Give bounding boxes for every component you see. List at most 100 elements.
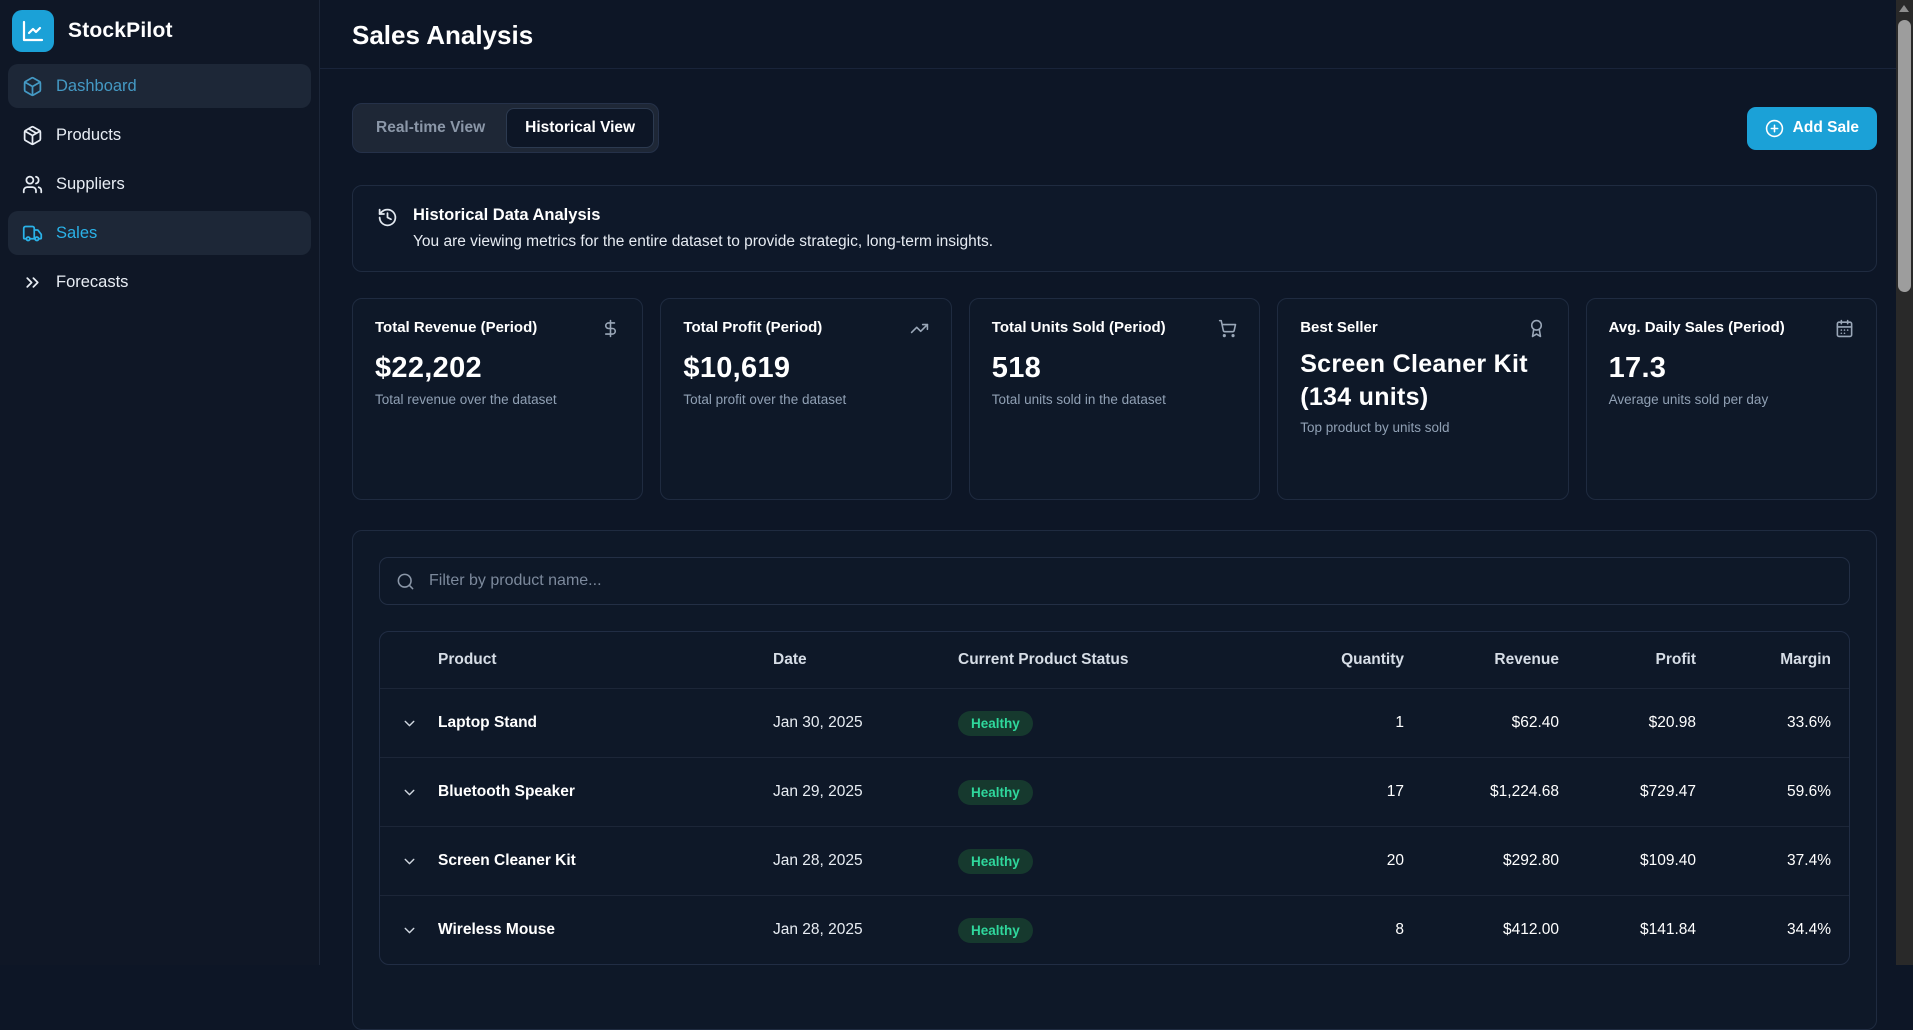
stat-card-subtitle: Total revenue over the dataset xyxy=(375,392,620,407)
stat-card-total-revenue: Total Revenue (Period) $22,202 Total rev… xyxy=(352,298,643,500)
add-sale-button[interactable]: Add Sale xyxy=(1747,107,1877,150)
calendar-icon xyxy=(1835,319,1854,338)
stat-card-avg-daily-sales: Avg. Daily Sales (Period) 17.3 Average u… xyxy=(1586,298,1877,500)
margin-value: 33.6% xyxy=(1696,714,1831,732)
chevron-down-icon xyxy=(401,784,418,801)
stat-card-total-profit: Total Profit (Period) $10,619 Total prof… xyxy=(660,298,951,500)
historical-info-banner: Historical Data Analysis You are viewing… xyxy=(352,185,1877,272)
scrollbar-thumb[interactable] xyxy=(1898,20,1911,292)
revenue-value: $62.40 xyxy=(1404,714,1559,732)
vertical-scrollbar[interactable] xyxy=(1896,0,1913,965)
product-name: Wireless Mouse xyxy=(438,921,773,939)
stat-card-value: 518 xyxy=(992,352,1237,385)
sidebar-item-label: Forecasts xyxy=(56,273,128,292)
row-expand-button[interactable] xyxy=(380,715,438,732)
table-row[interactable]: Wireless Mouse Jan 28, 2025 Healthy 8 $4… xyxy=(380,895,1849,964)
users-icon xyxy=(22,174,43,195)
revenue-value: $1,224.68 xyxy=(1404,783,1559,801)
view-tab-list: Real-time View Historical View xyxy=(352,103,659,153)
stat-card-best-seller: Best Seller Screen Cleaner Kit (134 unit… xyxy=(1277,298,1568,500)
status-badge: Healthy xyxy=(958,780,1033,805)
box-icon xyxy=(22,76,43,97)
sales-table: Product Date Current Product Status Quan… xyxy=(379,631,1850,965)
profit-value: $141.84 xyxy=(1559,921,1696,939)
app-title: StockPilot xyxy=(68,19,173,43)
chevrons-right-icon xyxy=(22,272,43,293)
stat-card-subtitle: Total profit over the dataset xyxy=(683,392,928,407)
status-badge: Healthy xyxy=(958,711,1033,736)
sidebar-nav: Dashboard Products Suppliers Sales Forec… xyxy=(8,64,311,304)
quantity-value: 1 xyxy=(1188,714,1404,732)
toolbar: Real-time View Historical View Add Sale xyxy=(352,103,1877,153)
sidebar: StockPilot Dashboard Products Suppliers … xyxy=(0,0,320,965)
sidebar-item-label: Dashboard xyxy=(56,77,137,96)
stat-card-total-units: Total Units Sold (Period) 518 Total unit… xyxy=(969,298,1260,500)
revenue-value: $412.00 xyxy=(1404,921,1559,939)
sidebar-item-dashboard[interactable]: Dashboard xyxy=(8,64,311,108)
app-window: StockPilot Dashboard Products Suppliers … xyxy=(0,0,1913,965)
sale-date: Jan 28, 2025 xyxy=(773,852,958,870)
sidebar-item-suppliers[interactable]: Suppliers xyxy=(8,162,311,206)
stat-card-value: Screen Cleaner Kit (134 units) xyxy=(1300,348,1545,413)
product-filter xyxy=(379,557,1850,605)
page-title: Sales Analysis xyxy=(352,20,1877,51)
stat-card-subtitle: Average units sold per day xyxy=(1609,392,1854,407)
quantity-value: 8 xyxy=(1188,921,1404,939)
sale-date: Jan 29, 2025 xyxy=(773,783,958,801)
column-header-product: Product xyxy=(438,651,773,669)
dollar-icon xyxy=(601,319,620,338)
product-name: Bluetooth Speaker xyxy=(438,783,773,801)
banner-text: Historical Data Analysis You are viewing… xyxy=(413,206,993,251)
sales-table-card: Product Date Current Product Status Quan… xyxy=(352,530,1877,1030)
stat-card-subtitle: Total units sold in the dataset xyxy=(992,392,1237,407)
sidebar-item-sales[interactable]: Sales xyxy=(8,211,311,255)
quantity-value: 20 xyxy=(1188,852,1404,870)
row-expand-button[interactable] xyxy=(380,853,438,870)
banner-description: You are viewing metrics for the entire d… xyxy=(413,233,993,251)
stat-card-title: Total Profit (Period) xyxy=(683,319,828,336)
sidebar-item-label: Sales xyxy=(56,224,97,243)
profit-value: $109.40 xyxy=(1559,852,1696,870)
stat-card-title: Avg. Daily Sales (Period) xyxy=(1609,319,1791,336)
table-row[interactable]: Bluetooth Speaker Jan 29, 2025 Healthy 1… xyxy=(380,757,1849,826)
table-row[interactable]: Laptop Stand Jan 30, 2025 Healthy 1 $62.… xyxy=(380,688,1849,757)
sidebar-item-products[interactable]: Products xyxy=(8,113,311,157)
margin-value: 34.4% xyxy=(1696,921,1831,939)
row-expand-button[interactable] xyxy=(380,784,438,801)
stat-card-title: Total Units Sold (Period) xyxy=(992,319,1172,336)
add-sale-label: Add Sale xyxy=(1793,119,1859,137)
banner-title: Historical Data Analysis xyxy=(413,206,993,225)
content-area: Real-time View Historical View Add Sale … xyxy=(320,69,1913,1030)
table-header-row: Product Date Current Product Status Quan… xyxy=(380,632,1849,688)
tab-historical-view[interactable]: Historical View xyxy=(506,108,654,148)
chevron-down-icon xyxy=(401,853,418,870)
column-header-margin: Margin xyxy=(1696,651,1831,669)
stat-card-value: 17.3 xyxy=(1609,352,1854,385)
status-badge: Healthy xyxy=(958,918,1033,943)
stat-card-value: $22,202 xyxy=(375,352,620,385)
stat-card-subtitle: Top product by units sold xyxy=(1300,420,1545,435)
column-header-revenue: Revenue xyxy=(1404,651,1559,669)
sidebar-item-forecasts[interactable]: Forecasts xyxy=(8,260,311,304)
quantity-value: 17 xyxy=(1188,783,1404,801)
column-header-date: Date xyxy=(773,651,958,669)
table-row[interactable]: Screen Cleaner Kit Jan 28, 2025 Healthy … xyxy=(380,826,1849,895)
sale-date: Jan 28, 2025 xyxy=(773,921,958,939)
column-header-quantity: Quantity xyxy=(1188,651,1404,669)
sidebar-item-label: Suppliers xyxy=(56,175,125,194)
main-content: Sales Analysis Real-time View Historical… xyxy=(320,0,1913,965)
sale-date: Jan 30, 2025 xyxy=(773,714,958,732)
column-header-status: Current Product Status xyxy=(958,651,1188,669)
product-filter-input[interactable] xyxy=(427,571,1833,591)
stat-card-title: Total Revenue (Period) xyxy=(375,319,543,336)
scroll-up-arrow-icon[interactable] xyxy=(1899,5,1909,12)
product-name: Screen Cleaner Kit xyxy=(438,852,773,870)
stat-card-value: $10,619 xyxy=(683,352,928,385)
tab-realtime-view[interactable]: Real-time View xyxy=(357,108,504,148)
row-expand-button[interactable] xyxy=(380,922,438,939)
profit-value: $729.47 xyxy=(1559,783,1696,801)
product-name: Laptop Stand xyxy=(438,714,773,732)
revenue-value: $292.80 xyxy=(1404,852,1559,870)
profit-value: $20.98 xyxy=(1559,714,1696,732)
package-icon xyxy=(22,125,43,146)
